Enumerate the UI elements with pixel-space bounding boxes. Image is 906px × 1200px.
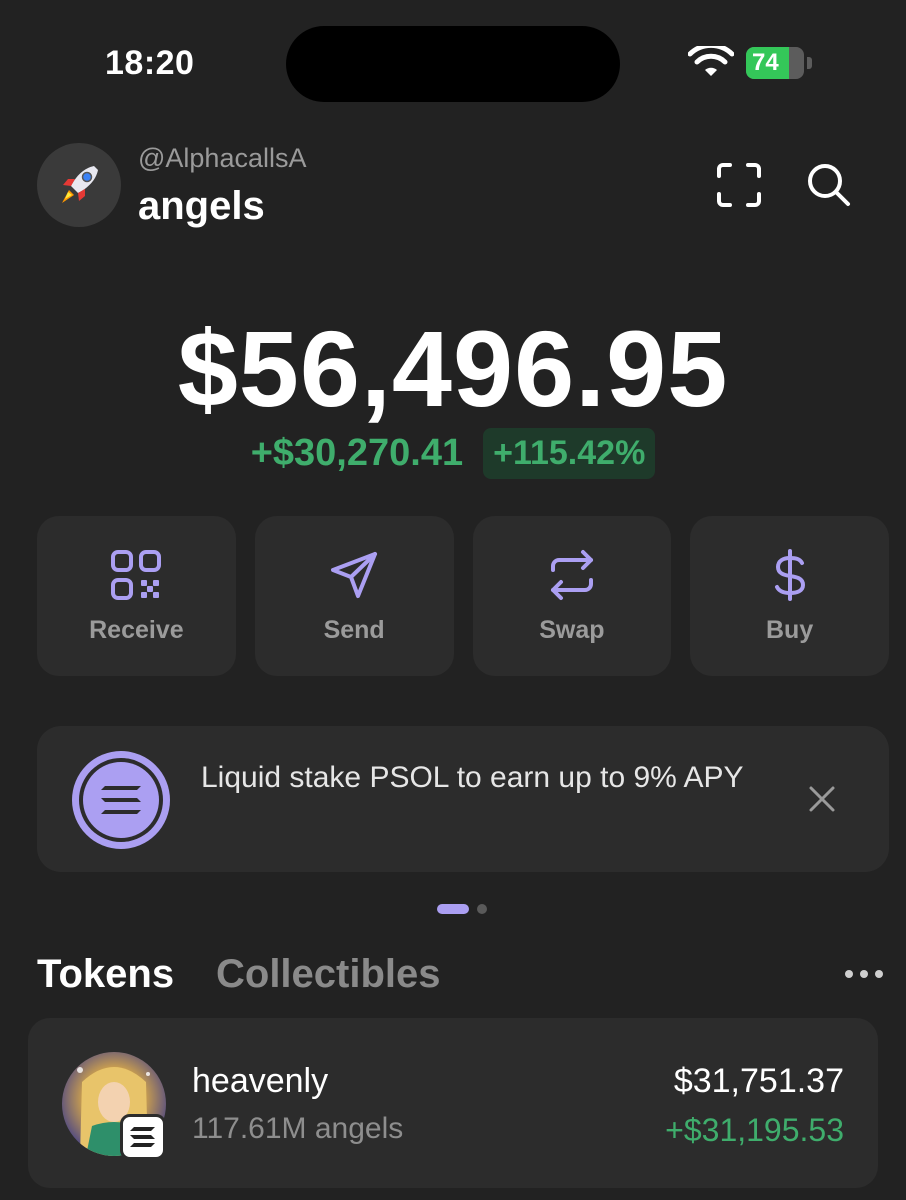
buy-label: Buy — [766, 615, 814, 644]
promo-text: Liquid stake PSOL to earn up to 9% APY — [201, 761, 744, 794]
solana-chain-badge — [120, 1114, 166, 1160]
battery-charging-icon: 74 — [746, 47, 812, 79]
buy-button[interactable]: Buy — [690, 516, 889, 676]
promo-card[interactable]: Liquid stake PSOL to earn up to 9% APY — [37, 726, 889, 872]
carousel-dot-active — [437, 904, 469, 914]
token-amount: 117.61M angels — [192, 1112, 404, 1145]
token-value: $31,751.37 — [673, 1062, 844, 1100]
qr-code-icon — [111, 549, 162, 600]
action-buttons: Receive Send Swap Buy — [37, 516, 889, 676]
close-icon[interactable] — [807, 784, 837, 814]
swap-button[interactable]: Swap — [472, 516, 672, 676]
battery-level-text: 74 — [752, 49, 779, 76]
token-change: +$31,195.53 — [665, 1112, 844, 1148]
tab-tokens[interactable]: Tokens — [37, 952, 174, 997]
solana-icon — [130, 1127, 155, 1147]
rocket-icon — [62, 166, 98, 203]
balance-change-amount: +$30,270.41 — [250, 432, 464, 474]
balance-change-percent: +115.42% — [483, 428, 656, 479]
more-options-icon[interactable] — [842, 964, 886, 984]
carousel-indicator[interactable] — [437, 904, 487, 914]
send-label: Send — [323, 615, 385, 644]
carousel-dot — [477, 904, 487, 914]
send-icon — [331, 551, 378, 598]
account-name[interactable]: angels — [138, 184, 265, 229]
receive-button[interactable]: Receive — [37, 516, 236, 676]
dollar-icon — [774, 548, 805, 601]
scan-icon[interactable] — [716, 162, 762, 208]
account-handle[interactable]: @AlphacallsA — [138, 143, 307, 174]
wifi-icon — [688, 46, 734, 76]
balance-change-row: +$30,270.41 +115.42% — [0, 428, 906, 479]
swap-icon — [550, 549, 593, 600]
swap-label: Swap — [539, 615, 605, 644]
total-balance: $56,496.95 — [177, 308, 729, 429]
token-name: heavenly — [192, 1062, 329, 1100]
dynamic-island — [286, 26, 620, 102]
tab-collectibles[interactable]: Collectibles — [216, 952, 441, 997]
token-row[interactable]: heavenly 117.61M angels $31,751.37 +$31,… — [28, 1018, 878, 1188]
receive-label: Receive — [89, 615, 184, 644]
avatar[interactable] — [37, 143, 121, 227]
search-icon[interactable] — [804, 160, 852, 208]
send-button[interactable]: Send — [254, 516, 454, 676]
solana-icon — [72, 751, 170, 849]
status-time: 18:20 — [105, 44, 195, 82]
